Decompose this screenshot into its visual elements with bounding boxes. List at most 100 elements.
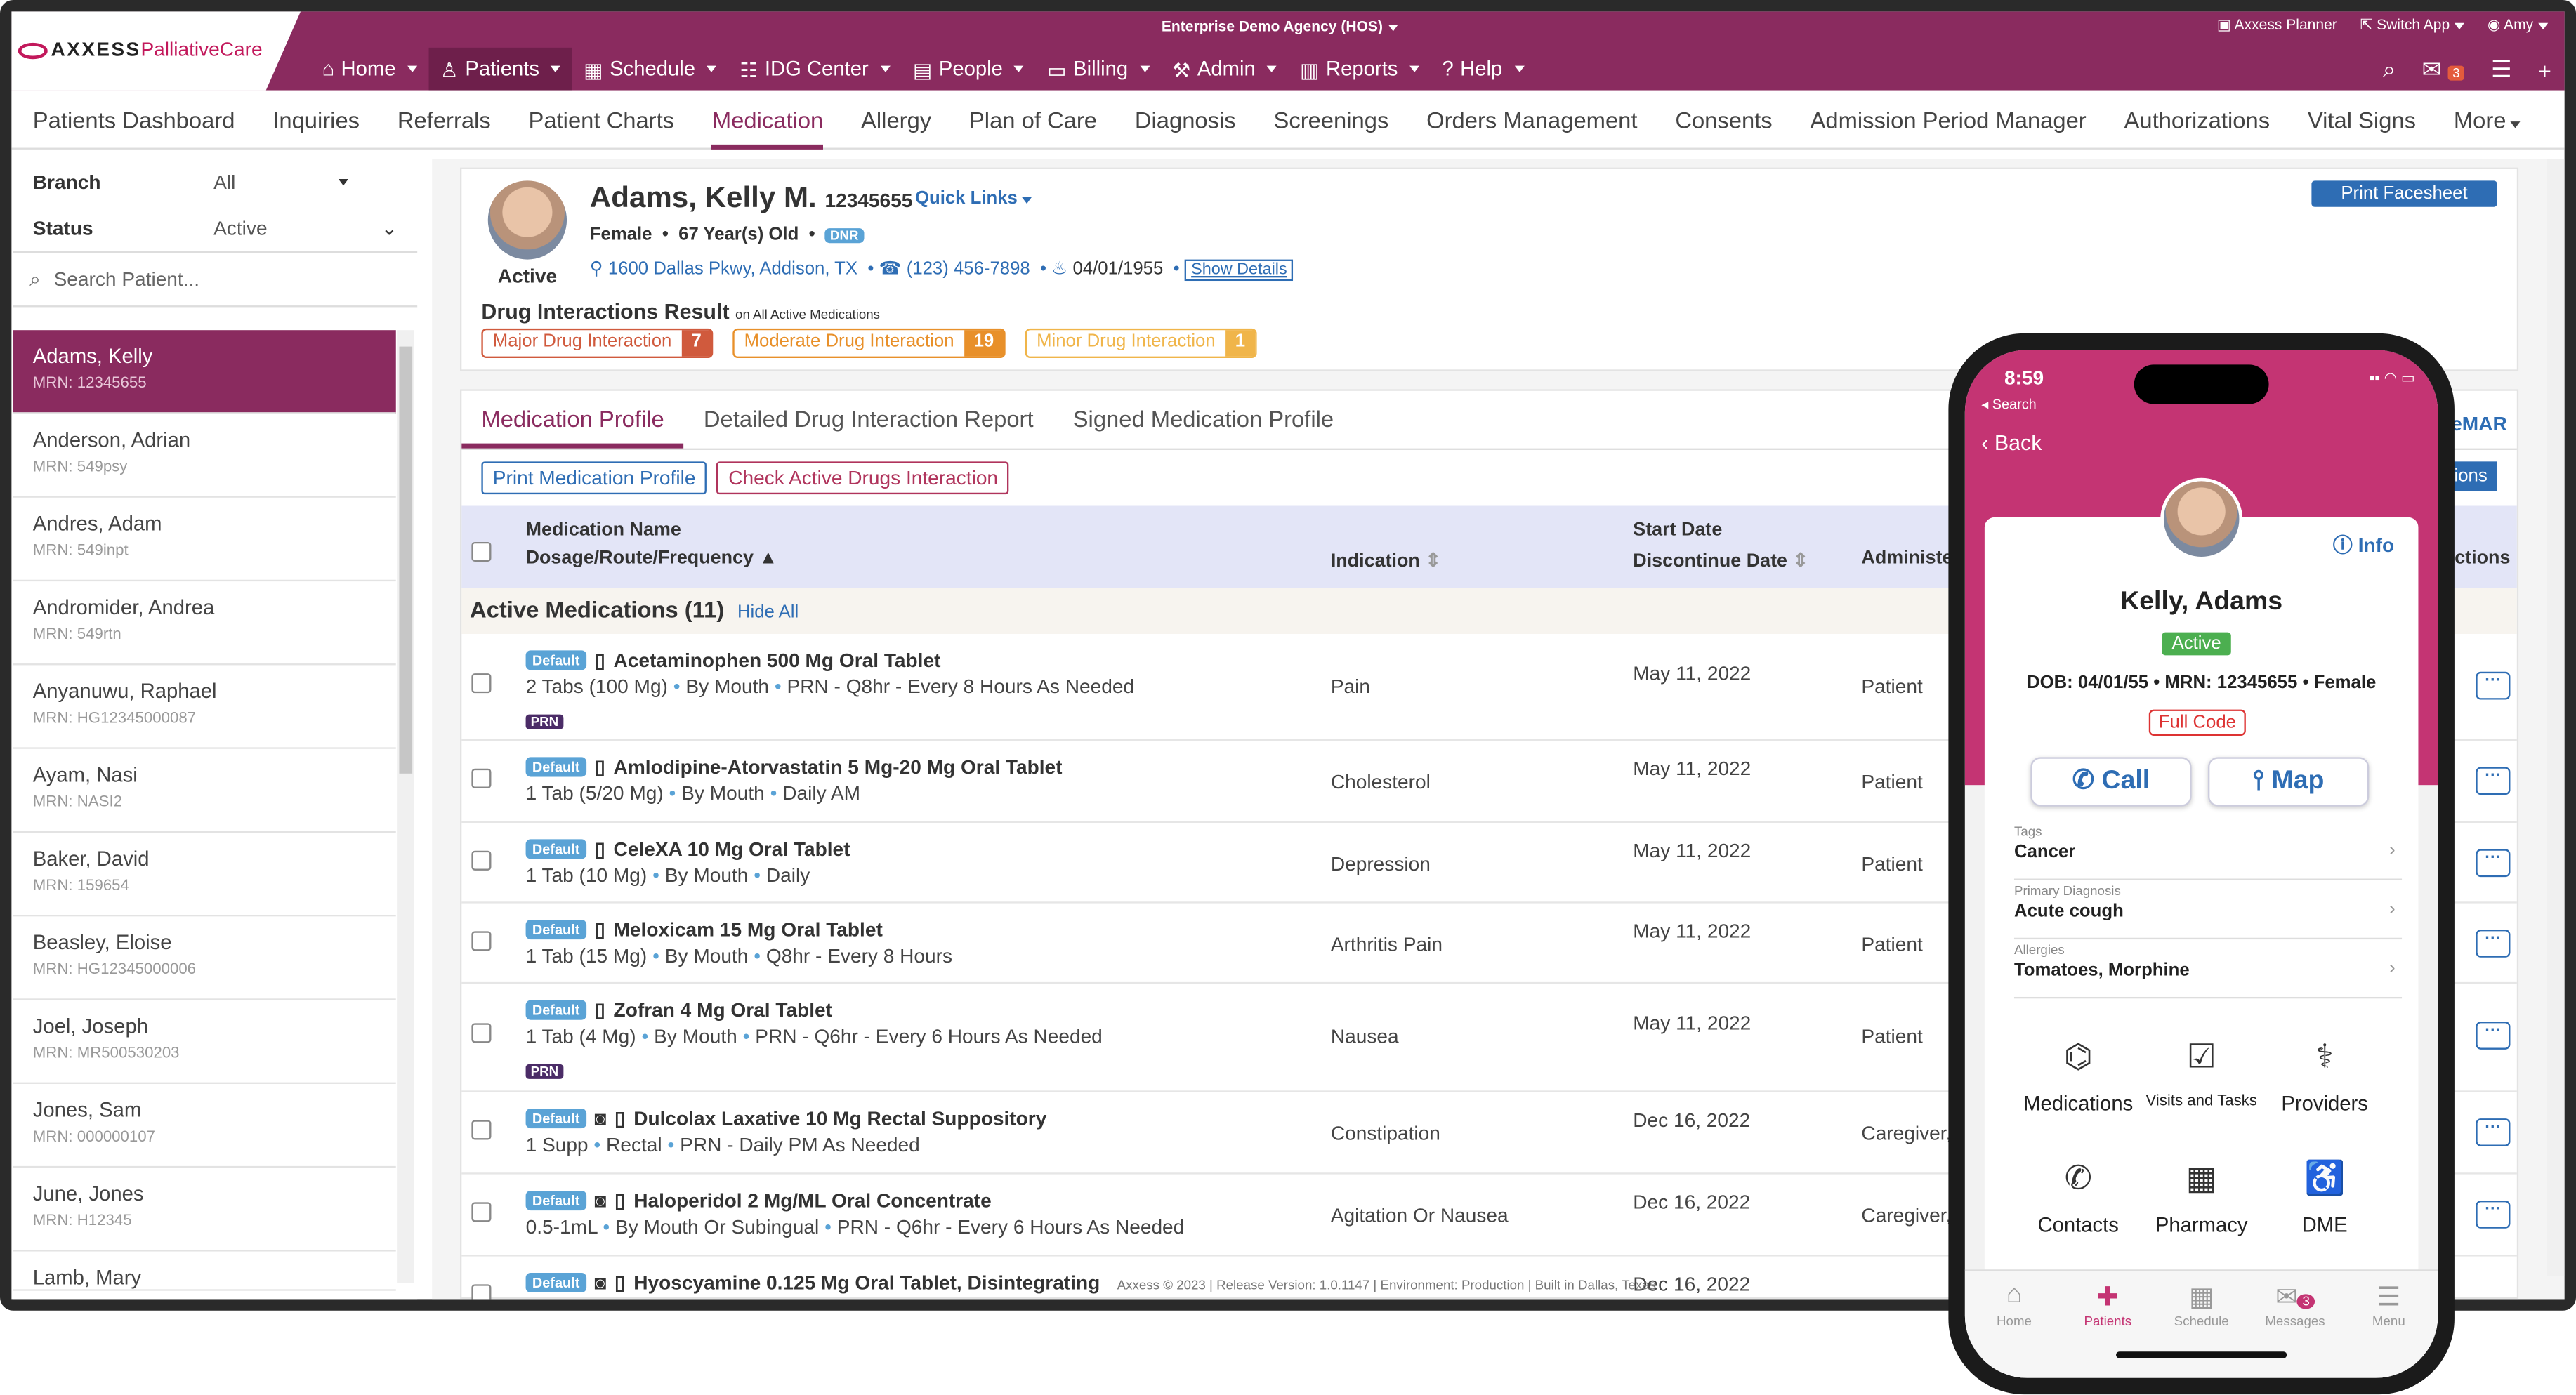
subnav-screenings[interactable]: Screenings: [1273, 89, 1388, 148]
hide-all-link[interactable]: Hide All: [737, 603, 799, 623]
more-actions-button[interactable]: ···: [2476, 930, 2511, 958]
header-dosage-sort[interactable]: Dosage/Route/Frequency ▲: [526, 548, 778, 568]
tab-menu[interactable]: ☰ Menu: [2343, 1281, 2435, 1328]
more-actions-button[interactable]: ···: [2476, 849, 2511, 878]
emar-link[interactable]: eMAR: [2451, 412, 2507, 435]
user-menu[interactable]: ◉ Amy: [2488, 16, 2549, 34]
list-item[interactable]: Anderson, Adrian MRN: 549psy: [13, 414, 396, 498]
patient-address[interactable]: 1600 Dallas Pkwy, Addison, TX: [608, 260, 857, 279]
camera-icon[interactable]: ◙: [594, 1107, 606, 1130]
document-icon[interactable]: ▯: [594, 649, 605, 672]
subnav-plan-of-care[interactable]: Plan of Care: [969, 89, 1097, 148]
document-icon[interactable]: ▯: [615, 1189, 625, 1212]
quick-links-menu[interactable]: Quick Links: [915, 189, 1032, 209]
document-icon[interactable]: ▯: [615, 1107, 625, 1130]
agency-selector[interactable]: Enterprise Demo Agency (HOS): [1162, 18, 1398, 34]
print-medication-profile-button[interactable]: Print Medication Profile: [481, 461, 707, 495]
row-checkbox[interactable]: [471, 1120, 492, 1140]
print-facesheet-button[interactable]: Print Facesheet: [2311, 180, 2497, 207]
moderate-interaction-chip[interactable]: Moderate Drug Interaction 19: [732, 328, 1006, 358]
document-icon[interactable]: ▯: [594, 838, 605, 861]
subnav-more[interactable]: More: [2454, 89, 2521, 148]
document-icon[interactable]: ▯: [594, 755, 605, 779]
document-icon[interactable]: ▯: [594, 918, 605, 941]
map-button[interactable]: ⫯ Map: [2208, 757, 2370, 807]
list-item[interactable]: Andres, Adam MRN: 549inpt: [13, 498, 396, 582]
more-actions-button[interactable]: ···: [2476, 1118, 2511, 1146]
subnav-admission-period-manager[interactable]: Admission Period Manager: [1811, 89, 2087, 148]
search-icon[interactable]: ⌕: [2383, 56, 2396, 84]
tab-medication-profile[interactable]: Medication Profile: [461, 391, 684, 449]
tab-home[interactable]: ⌂ Home: [1968, 1281, 2060, 1329]
tab-patients[interactable]: ✚ Patients: [2062, 1281, 2154, 1328]
subnav-vital-signs[interactable]: Vital Signs: [2308, 89, 2416, 148]
tile-providers[interactable]: ⚕ Providers: [2259, 1036, 2391, 1116]
select-all-checkbox[interactable]: [471, 541, 492, 562]
tile-medications[interactable]: ⌬ Medications: [2013, 1036, 2144, 1116]
switch-app-menu[interactable]: ⇱ Switch App: [2360, 16, 2465, 34]
scrollbar-thumb[interactable]: [399, 346, 413, 774]
row-checkbox[interactable]: [471, 768, 492, 788]
nav-admin[interactable]: ⚒ Admin: [1161, 48, 1289, 91]
allergies-row[interactable]: Allergies Tomatoes, Morphine ›: [2013, 943, 2403, 999]
phone-search-back[interactable]: ◂ Search: [1981, 396, 2037, 414]
more-actions-button[interactable]: ···: [2476, 671, 2511, 700]
nav-reports[interactable]: ▥ Reports: [1289, 48, 1431, 91]
mail-icon[interactable]: ✉ 3: [2422, 56, 2465, 84]
nav-home[interactable]: ⌂ Home: [310, 48, 428, 91]
diagnosis-row[interactable]: Primary Diagnosis Acute cough ›: [2013, 884, 2403, 940]
header-discontinue-sort[interactable]: Discontinue Date ⇕: [1633, 548, 1808, 571]
subnav-inquiries[interactable]: Inquiries: [272, 89, 360, 148]
list-menu-icon[interactable]: ☰: [2491, 56, 2511, 84]
list-item[interactable]: Beasley, Eloise MRN: HG12345000006: [13, 916, 396, 1000]
list-item[interactable]: Anyanuwu, Raphael MRN: HG12345000087: [13, 665, 396, 749]
tab-messages[interactable]: ✉ 3 Messages: [2249, 1281, 2341, 1328]
tile-pharmacy[interactable]: ▦ Pharmacy: [2136, 1158, 2267, 1237]
call-button[interactable]: ✆ Call: [2030, 757, 2192, 807]
minor-interaction-chip[interactable]: Minor Drug Interaction 1: [1025, 328, 1257, 358]
subnav-allergy[interactable]: Allergy: [861, 89, 931, 148]
subnav-medication[interactable]: Medication: [711, 89, 824, 149]
list-item[interactable]: Jones, Sam MRN: 000000107: [13, 1084, 396, 1168]
list-item[interactable]: Ayam, Nasi MRN: NASI2: [13, 749, 396, 833]
list-item[interactable]: June, Jones MRN: H12345: [13, 1168, 396, 1252]
check-active-drugs-interaction-button[interactable]: Check Active Drugs Interaction: [716, 461, 1010, 495]
sidebar-scrollbar[interactable]: [397, 330, 414, 1283]
page-scrollbar[interactable]: [2546, 159, 2565, 1276]
tile-visits-and-tasks[interactable]: ☑ Visits and Tasks: [2136, 1036, 2267, 1111]
nav-people[interactable]: ▤ People: [902, 48, 1036, 91]
subnav-diagnosis[interactable]: Diagnosis: [1135, 89, 1236, 148]
document-icon[interactable]: ▯: [594, 998, 605, 1022]
tags-row[interactable]: Tags Cancer ›: [2013, 824, 2403, 880]
show-details-link[interactable]: Show Details: [1184, 259, 1294, 282]
subnav-authorizations[interactable]: Authorizations: [2124, 89, 2271, 148]
axxess-logo[interactable]: AXXESSPalliativeCare: [18, 38, 263, 61]
planner-link[interactable]: ▣ Axxess Planner: [2217, 16, 2337, 34]
subnav-referrals[interactable]: Referrals: [397, 89, 491, 148]
status-filter[interactable]: Status Active ⌄: [13, 205, 417, 251]
nav-schedule[interactable]: ▦ Schedule: [572, 48, 728, 91]
header-indication-sort[interactable]: Indication ⇕: [1331, 548, 1441, 571]
major-interaction-chip[interactable]: Major Drug Interaction 7: [481, 328, 714, 358]
plus-icon[interactable]: +: [2538, 57, 2551, 83]
subnav-patient-charts[interactable]: Patient Charts: [529, 89, 675, 148]
list-item[interactable]: Adams, Kelly MRN: 12345655: [13, 330, 396, 414]
patient-search[interactable]: ⌕ Search Patient...: [13, 251, 418, 308]
row-checkbox[interactable]: [471, 673, 492, 694]
subnav-orders-management[interactable]: Orders Management: [1426, 89, 1637, 148]
row-checkbox[interactable]: [471, 1202, 492, 1222]
phone-back-button[interactable]: ‹ Back: [1981, 430, 2042, 455]
more-actions-button[interactable]: ···: [2476, 1022, 2511, 1050]
nav-patients[interactable]: ♙ Patients: [428, 47, 572, 91]
list-item[interactable]: Andromider, Andrea MRN: 549rtn: [13, 581, 396, 666]
tab-schedule[interactable]: ▦ Schedule: [2155, 1281, 2247, 1328]
branch-filter[interactable]: Branch All: [13, 159, 417, 206]
tile-dme[interactable]: ♿ DME: [2259, 1158, 2391, 1237]
row-checkbox[interactable]: [471, 850, 492, 871]
nav-help[interactable]: ? Help: [1431, 48, 1535, 91]
tile-contacts[interactable]: ✆ Contacts: [2013, 1158, 2144, 1237]
row-checkbox[interactable]: [471, 1023, 492, 1043]
phone-info-button[interactable]: ⓘ Info: [2333, 531, 2394, 559]
row-checkbox[interactable]: [471, 931, 492, 951]
subnav-consents[interactable]: Consents: [1675, 89, 1772, 148]
